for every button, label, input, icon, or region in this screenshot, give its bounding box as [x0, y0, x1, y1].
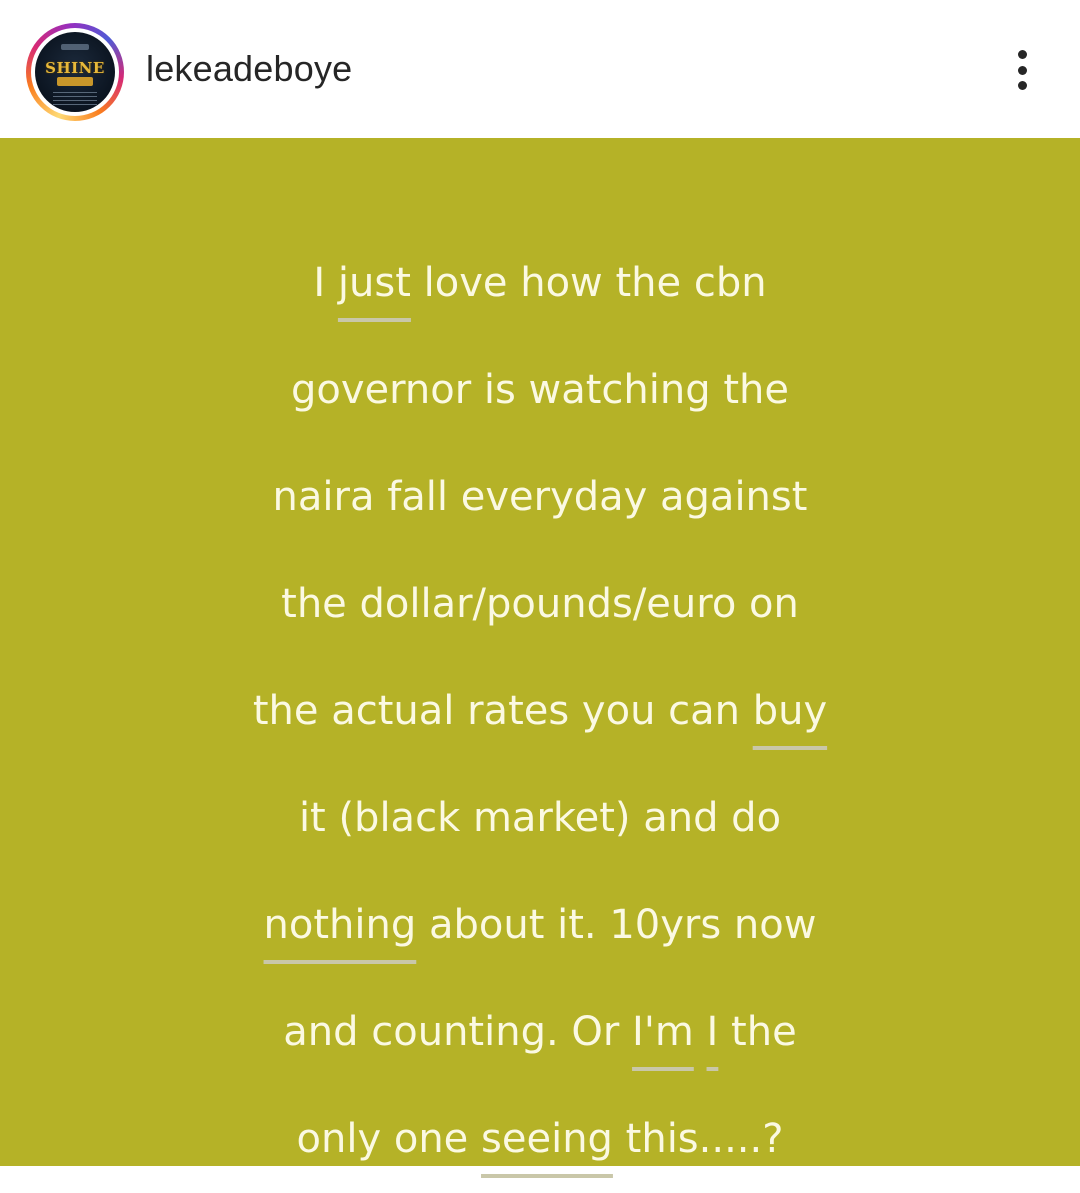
post-image[interactable]: I just love how the cbn governor is watc…: [0, 138, 1080, 1166]
avatar-logo: SHINE: [45, 59, 105, 77]
avatar[interactable]: SHINE: [35, 32, 115, 112]
underlined-word: just: [337, 260, 411, 306]
post-text: I just love how the cbn governor is watc…: [0, 230, 1080, 1193]
post-line: the actual rates you can buy: [252, 688, 828, 734]
post-line: governor is watching the: [290, 367, 789, 413]
story-ring[interactable]: SHINE: [26, 23, 124, 121]
underlined-word: I: [706, 1009, 719, 1055]
post-line: it (black market) and do: [298, 795, 782, 841]
post-line: naira fall everyday against: [272, 474, 808, 520]
underlined-word: nothing: [263, 902, 417, 948]
post-line: and counting. Or I'm I the: [283, 1009, 797, 1055]
underlined-word: seeing: [481, 1116, 613, 1162]
post-header: SHINE lekeadeboye: [0, 0, 1080, 138]
post-line: only one seeing this.....?: [296, 1116, 784, 1162]
more-vertical-icon[interactable]: [1000, 44, 1044, 96]
post-line: the dollar/pounds/euro on: [281, 581, 799, 627]
post-line: I just love how the cbn: [313, 260, 767, 306]
post-line: nothing about it. 10yrs now: [263, 902, 817, 948]
underlined-word: I'm: [632, 1009, 694, 1055]
underlined-word: buy: [752, 688, 828, 734]
username[interactable]: lekeadeboye: [146, 48, 352, 90]
